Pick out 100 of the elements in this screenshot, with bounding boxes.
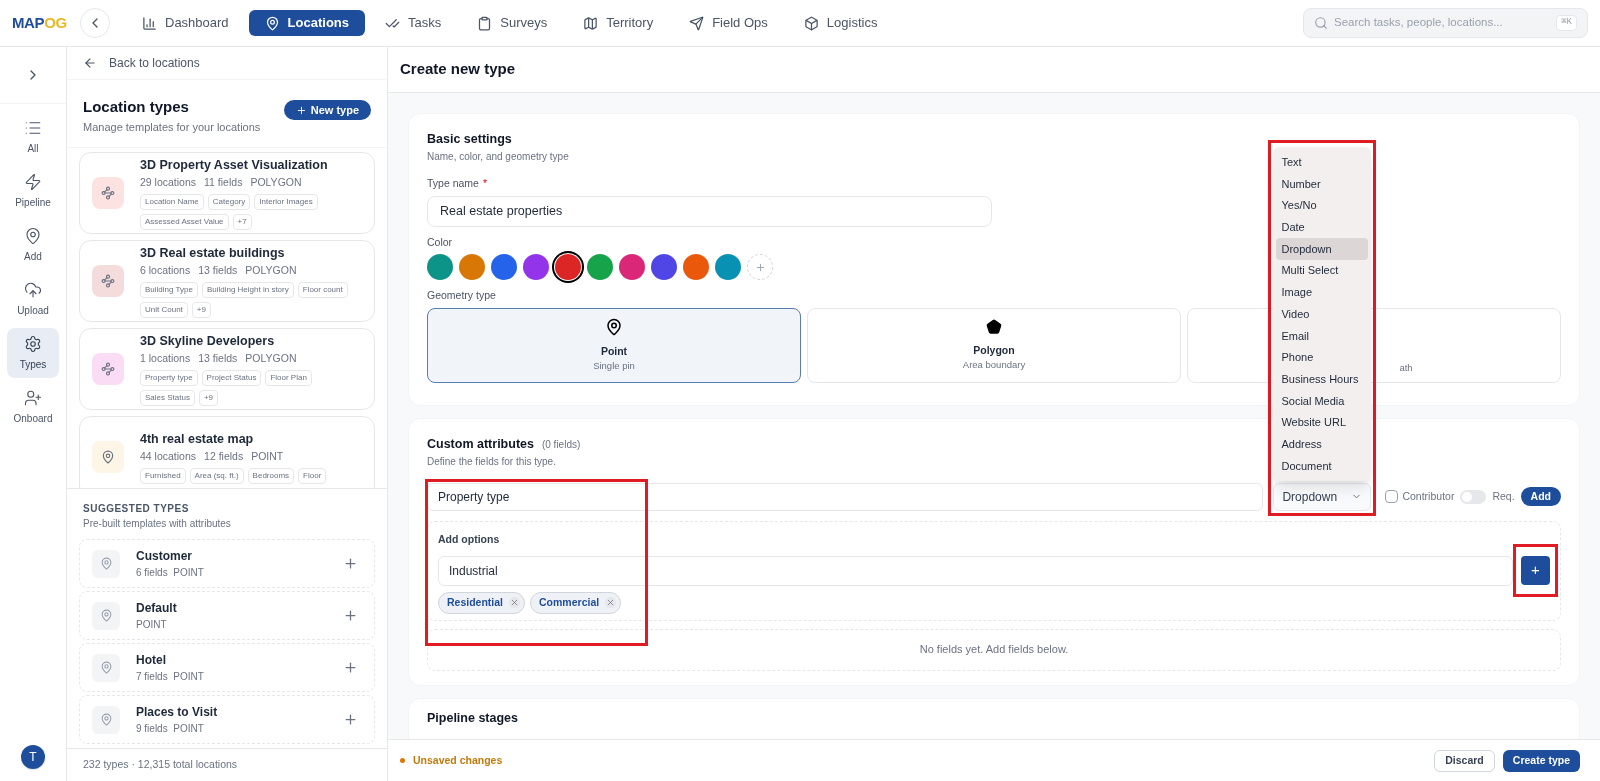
- discard-button[interactable]: Discard: [1434, 749, 1495, 772]
- geometry-option[interactable]: Polygon Area boundary: [807, 308, 1181, 383]
- color-swatch[interactable]: [683, 254, 709, 281]
- color-swatch[interactable]: [651, 254, 677, 281]
- location-count: 44 locations: [140, 448, 197, 464]
- color-swatch[interactable]: [619, 254, 645, 281]
- search-icon: [1314, 16, 1328, 30]
- menu-option[interactable]: Multi Select: [1276, 259, 1369, 282]
- nav-tab[interactable]: Field Ops: [673, 10, 784, 36]
- geometry-label: POLYGON: [245, 350, 297, 366]
- plus-icon: [342, 556, 358, 571]
- geometry-label: POLYGON: [250, 174, 302, 190]
- send-icon: [689, 15, 705, 31]
- menu-option[interactable]: Image: [1276, 281, 1369, 304]
- field-tag: +7: [232, 214, 252, 231]
- nav-tab[interactable]: Territory: [567, 10, 670, 36]
- menu-option[interactable]: Date: [1276, 216, 1369, 239]
- section-heading: SUGGESTED TYPES: [83, 502, 190, 516]
- nav-tab[interactable]: Logistics: [787, 10, 894, 36]
- field-tag: Bedrooms: [247, 468, 295, 485]
- field-tag: +9: [191, 302, 211, 319]
- rail-item[interactable]: Upload: [7, 274, 59, 324]
- unsaved-status: Unsaved changes: [413, 752, 503, 768]
- nav-tab[interactable]: Surveys: [461, 10, 564, 36]
- color-swatch[interactable]: [427, 254, 453, 281]
- card-title: Pipeline stages: [427, 709, 519, 727]
- rail-item[interactable]: Types: [7, 328, 59, 378]
- create-type-button[interactable]: Create type: [1502, 749, 1580, 772]
- rail-item[interactable]: All: [7, 112, 59, 162]
- field-tag: Furnished: [140, 468, 186, 485]
- suggested-type-card[interactable]: Customer 6 fields POINT: [79, 539, 375, 588]
- geometry-label: POLYGON: [245, 262, 297, 278]
- add-field-button[interactable]: Add: [1520, 487, 1561, 507]
- nav-tab[interactable]: Locations: [248, 10, 365, 36]
- field-tag: Assessed Asset Value: [140, 214, 229, 231]
- clipboard-icon: [477, 15, 493, 31]
- type-name: Places to Visit: [136, 704, 219, 721]
- location-count: 6 locations: [140, 262, 191, 278]
- type-card[interactable]: 4th real estate map 44 locations 12 fields POINT Furnished Area (sq. ft.) Bedrooms Floor: [79, 416, 375, 488]
- field-tag: Area (sq. ft.): [189, 468, 244, 485]
- color-swatch[interactable]: [491, 254, 517, 281]
- suggested-type-card[interactable]: Places to Visit 9 fields POINT: [79, 695, 375, 744]
- menu-option[interactable]: Text: [1276, 151, 1369, 174]
- field-tag: Category: [207, 194, 251, 211]
- field-tag: Floor count: [297, 282, 348, 299]
- search-input[interactable]: Search tasks, people, locations...: [1334, 14, 1551, 32]
- field-tag: Building Height in story: [201, 282, 294, 299]
- new-type-button[interactable]: New type: [283, 100, 371, 120]
- plus-icon: [754, 261, 766, 273]
- field-count: 12 fields: [204, 448, 244, 464]
- geometry-option[interactable]: Point Single pin: [427, 308, 801, 383]
- field-count: 13 fields: [198, 350, 238, 366]
- menu-option[interactable]: Address: [1276, 433, 1369, 456]
- card-title: Custom attributes: [427, 436, 534, 453]
- settings-icon: [24, 334, 42, 353]
- nav-tab[interactable]: Tasks: [369, 10, 458, 36]
- card-title: Basic settings: [427, 131, 513, 148]
- field-count: 13 fields: [198, 262, 238, 278]
- menu-option[interactable]: Yes/No: [1276, 194, 1369, 217]
- color-swatch[interactable]: [459, 254, 485, 281]
- remove-icon: [605, 597, 617, 608]
- option-input[interactable]: Industrial: [438, 555, 1513, 586]
- menu-option[interactable]: Document: [1276, 455, 1369, 477]
- rail-item[interactable]: Add: [7, 220, 59, 270]
- menu-option[interactable]: Email: [1276, 324, 1369, 347]
- type-card[interactable]: 3D Skyline Developers 1 locations 13 fields POLYGON Property type Project Status Floor Plan Sales Status +9: [79, 328, 375, 410]
- nav-tab[interactable]: Dashboard: [126, 10, 245, 36]
- menu-option[interactable]: Dropdown: [1276, 238, 1369, 260]
- color-swatch[interactable]: [555, 254, 581, 281]
- type-name-input[interactable]: Real estate properties: [427, 195, 992, 227]
- rail-item[interactable]: Pipeline: [7, 166, 59, 216]
- checkbox-label: Contributor: [1402, 488, 1455, 504]
- field-tag: Project Status: [201, 370, 262, 387]
- toggle-switch[interactable]: [1460, 489, 1487, 504]
- type-meta: 6 fields POINT: [136, 566, 205, 580]
- plus-icon: [342, 712, 358, 727]
- color-swatch[interactable]: [523, 254, 549, 281]
- suggested-type-card[interactable]: Default POINT: [79, 591, 375, 640]
- type-name: 3D Skyline Developers: [140, 332, 276, 350]
- suggested-type-card[interactable]: Hotel 7 fields POINT: [79, 643, 375, 692]
- field-tag: Unit Count: [140, 302, 188, 319]
- checkbox[interactable]: [1385, 490, 1399, 504]
- menu-option[interactable]: Website URL: [1276, 411, 1369, 434]
- menu-option[interactable]: Number: [1276, 173, 1369, 195]
- add-option-button[interactable]: +: [1521, 556, 1550, 585]
- type-select[interactable]: Dropdown: [1273, 482, 1372, 511]
- menu-option[interactable]: Social Media: [1276, 390, 1369, 412]
- lightning-icon: [24, 172, 42, 191]
- color-swatch[interactable]: [587, 254, 613, 281]
- rail-item[interactable]: Onboard: [7, 382, 59, 432]
- color-swatch[interactable]: [715, 254, 741, 281]
- type-card[interactable]: 3D Property Asset Visualization 29 locations 11 fields POLYGON Location Name Category Interior Images Assessed Asset Value +7: [79, 152, 375, 234]
- type-meta: POINT: [136, 618, 168, 632]
- user-avatar[interactable]: T: [21, 745, 45, 769]
- cloud-upload-icon: [24, 280, 42, 299]
- back-link[interactable]: Back to locations: [67, 47, 387, 80]
- field-name-input[interactable]: Property type: [427, 482, 1264, 511]
- type-card[interactable]: 3D Real estate buildings 6 locations 13 fields POLYGON Building Type Building Height in story Floor count Unit Count +9: [79, 240, 375, 322]
- field-tag: Floor Plan: [265, 370, 312, 387]
- menu-option[interactable]: Phone: [1276, 346, 1369, 369]
